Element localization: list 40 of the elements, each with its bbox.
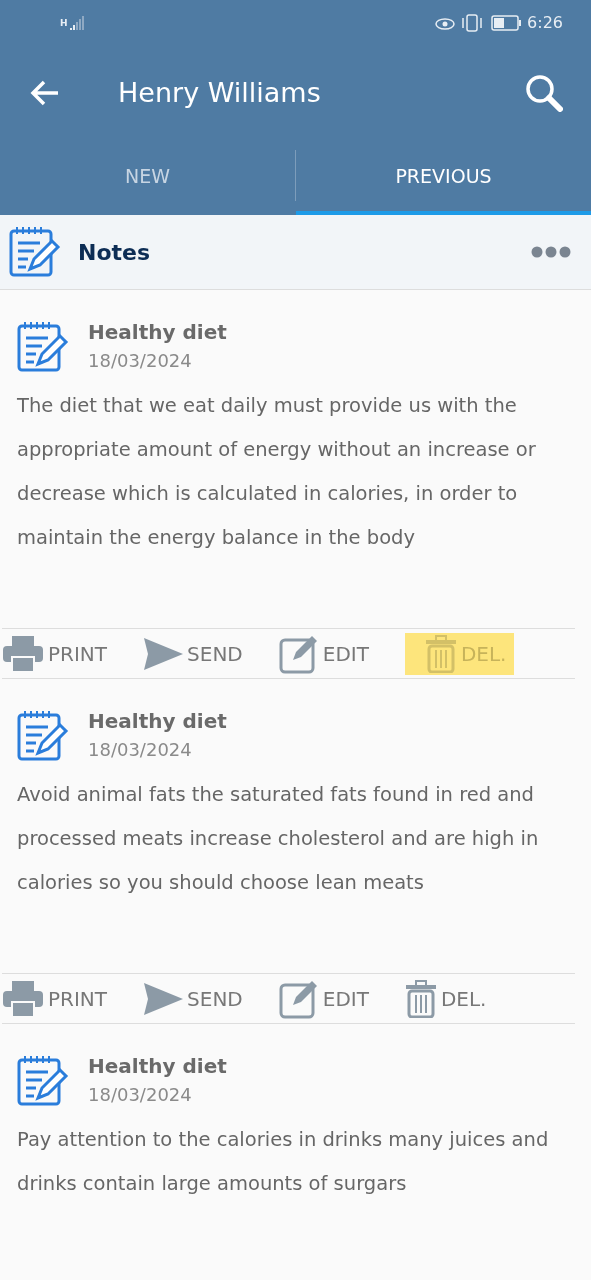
back-arrow-icon[interactable] xyxy=(30,79,60,106)
status-time: 6:26 xyxy=(527,13,563,32)
trash-icon xyxy=(424,634,457,673)
edit-button[interactable]: EDIT xyxy=(278,632,377,675)
more-icon[interactable] xyxy=(531,246,571,258)
print-button[interactable]: PRINT xyxy=(2,977,116,1020)
send-icon xyxy=(143,636,184,671)
note-title: Healthy diet xyxy=(88,1054,227,1078)
note-date: 18/03/2024 xyxy=(88,350,193,371)
printer-icon xyxy=(2,634,44,673)
eye-icon xyxy=(435,15,456,30)
section-title: Notes xyxy=(78,239,152,265)
vibrate-icon xyxy=(461,13,484,32)
tab[interactable]: NEW xyxy=(0,140,295,215)
send-button[interactable]: SEND xyxy=(143,977,251,1020)
printer-icon xyxy=(2,979,44,1018)
edit-icon xyxy=(278,978,319,1019)
notepad-icon xyxy=(16,709,70,763)
battery-icon xyxy=(491,14,522,31)
note-title: Healthy diet xyxy=(88,320,227,344)
edit-icon xyxy=(278,633,319,674)
note-body: Avoid animal fats the saturated fats found in red and processed meats increase cholesterol and are high in calories so you should choose lean meats xyxy=(16,782,540,896)
search-icon[interactable] xyxy=(525,73,563,112)
note-body: Pay attention to the calories in drinks many juices and drinks contain large amounts of surgars xyxy=(16,1127,550,1197)
note-body: The diet that we eat daily must provide us with the appropriate amount of energy without an increase or decrease which is calculated in calories, in order to maintain the energy balance in the body xyxy=(16,393,537,551)
notepad-icon xyxy=(8,225,62,279)
notepad-icon xyxy=(16,320,70,374)
note-date: 18/03/2024 xyxy=(88,739,193,760)
app-bar-title: Henry Williams xyxy=(118,77,322,108)
notepad-icon xyxy=(16,1054,70,1108)
trash-icon xyxy=(404,979,437,1018)
delete-button[interactable]: DEL. xyxy=(404,977,495,1020)
send-button[interactable]: SEND xyxy=(143,632,251,675)
note-date: 18/03/2024 xyxy=(88,1084,193,1105)
note-title: Healthy diet xyxy=(88,709,227,733)
signal-icon xyxy=(69,15,86,30)
print-button[interactable]: PRINT xyxy=(2,632,116,675)
network-type: H xyxy=(60,17,68,28)
edit-button[interactable]: EDIT xyxy=(278,977,377,1020)
send-icon xyxy=(143,981,184,1016)
